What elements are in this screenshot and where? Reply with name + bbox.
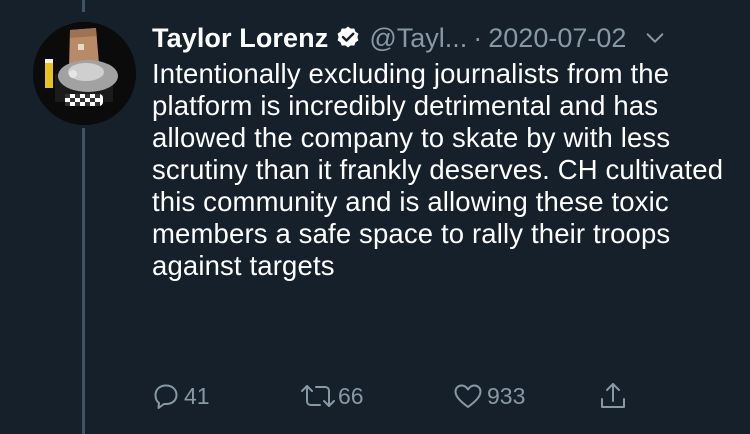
- tweet-date[interactable]: 2020-07-02: [488, 23, 626, 54]
- heart-icon: [454, 384, 482, 408]
- tweet-text: Intentionally excluding journalists from…: [152, 58, 724, 281]
- thread-line-top: [82, 0, 85, 12]
- tweet-card[interactable]: Taylor Lorenz @Tayl... · 2020-07-02 Inte…: [0, 0, 750, 434]
- header-separator: ·: [473, 22, 483, 53]
- avatar-image: [33, 22, 136, 125]
- tweet-actions: 41 66 933: [152, 378, 652, 414]
- author-handle[interactable]: @Tayl...: [369, 23, 467, 54]
- share-button[interactable]: [598, 378, 628, 414]
- retweet-button[interactable]: 66: [298, 378, 364, 414]
- retweet-count: 66: [338, 382, 364, 409]
- like-button[interactable]: 933: [453, 378, 525, 414]
- like-count: 933: [487, 382, 526, 409]
- tweet-header: Taylor Lorenz @Tayl... · 2020-07-02: [152, 18, 732, 58]
- author-name[interactable]: Taylor Lorenz: [152, 23, 328, 54]
- reply-icon: [154, 384, 178, 409]
- verified-badge-icon: [337, 26, 359, 48]
- reply-count: 41: [184, 382, 210, 409]
- retweet-icon: [301, 385, 335, 407]
- chevron-down-icon[interactable]: [644, 27, 666, 49]
- avatar[interactable]: [33, 22, 136, 125]
- reply-button[interactable]: 41: [152, 378, 210, 414]
- share-icon: [601, 383, 625, 408]
- thread-line: [82, 128, 85, 434]
